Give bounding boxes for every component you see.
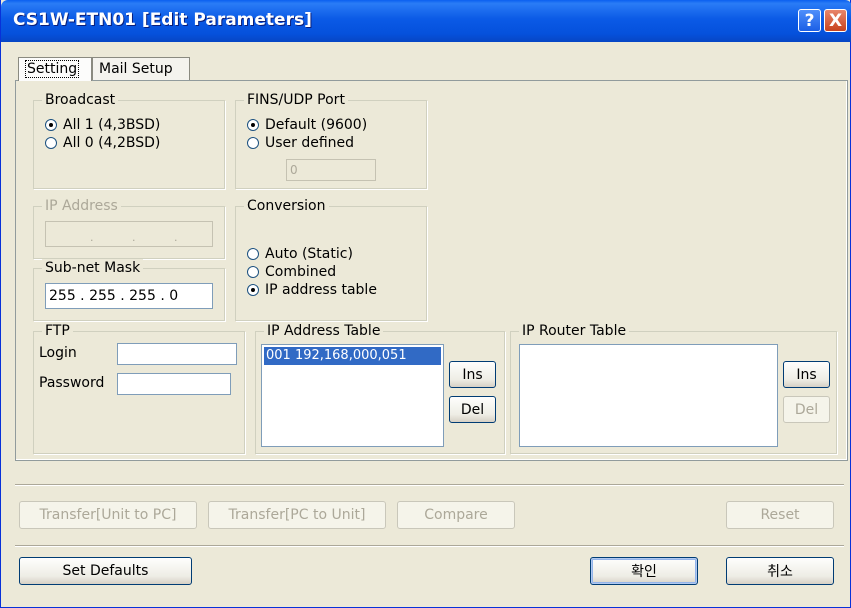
ip-address-table-list[interactable]: 001 192,168,000,051 bbox=[261, 344, 444, 447]
fins-default-radio[interactable]: Default (9600) bbox=[247, 116, 367, 134]
ip-address-legend: IP Address bbox=[42, 197, 121, 215]
radio-selected-icon bbox=[247, 119, 259, 131]
edit-parameters-dialog: CS1W-ETN01 [Edit Parameters] ? X Setting… bbox=[0, 0, 851, 608]
cancel-button[interactable]: 취소 bbox=[726, 557, 834, 585]
broadcast-legend: Broadcast bbox=[42, 91, 119, 109]
fins-user-defined-label: User defined bbox=[265, 135, 355, 151]
radio-unselected-icon bbox=[45, 137, 57, 149]
tab-setting-label: Setting bbox=[25, 60, 80, 78]
ok-button[interactable]: 확인 bbox=[590, 557, 698, 585]
subnet-mask-input[interactable]: 255 . 255 . 255 . 0 bbox=[45, 283, 213, 309]
radio-unselected-icon bbox=[247, 248, 259, 260]
fins-user-defined-radio[interactable]: User defined bbox=[247, 134, 354, 152]
ftp-password-label: Password bbox=[39, 375, 105, 391]
radio-unselected-icon bbox=[247, 137, 259, 149]
conversion-group: Conversion Auto (Static) Combined IP add… bbox=[235, 197, 427, 321]
broadcast-group: Broadcast All 1 (4,3BSD) All 0 (4,2BSD) bbox=[33, 91, 225, 189]
fins-udp-group: FINS/UDP Port Default (9600) User define… bbox=[235, 91, 427, 189]
radio-unselected-icon bbox=[247, 266, 259, 278]
ip-address-table-legend: IP Address Table bbox=[264, 322, 384, 340]
subnet-mask-group: Sub-net Mask 255 . 255 . 255 . 0 bbox=[33, 259, 225, 321]
conversion-combined-label: Combined bbox=[265, 264, 337, 280]
separator-bottom bbox=[15, 545, 844, 547]
title-bar[interactable]: CS1W-ETN01 [Edit Parameters] ? X bbox=[1, 0, 851, 42]
ip-table-del-button[interactable]: Del bbox=[449, 396, 496, 423]
radio-selected-icon bbox=[247, 284, 259, 296]
fins-port-input[interactable]: 0 bbox=[286, 159, 376, 181]
conversion-ip-table-radio[interactable]: IP address table bbox=[247, 281, 377, 299]
reset-button[interactable]: Reset bbox=[726, 501, 834, 529]
tab-mail-setup-label: Mail Setup bbox=[99, 61, 173, 77]
conversion-combined-radio[interactable]: Combined bbox=[247, 263, 336, 281]
set-defaults-button[interactable]: Set Defaults bbox=[19, 557, 192, 585]
compare-button[interactable]: Compare bbox=[397, 501, 515, 529]
tab-mail-setup[interactable]: Mail Setup bbox=[92, 57, 190, 81]
ip-address-table-group: IP Address Table 001 192,168,000,051 Ins… bbox=[255, 322, 505, 454]
fins-default-label: Default (9600) bbox=[265, 117, 368, 133]
transfer-pc-to-unit-button[interactable]: Transfer[PC to Unit] bbox=[208, 501, 386, 529]
conversion-ip-table-label: IP address table bbox=[265, 282, 377, 298]
ip-table-ins-button[interactable]: Ins bbox=[449, 361, 496, 388]
router-table-del-button[interactable]: Del bbox=[783, 396, 830, 423]
conversion-legend: Conversion bbox=[244, 197, 329, 215]
fins-udp-legend: FINS/UDP Port bbox=[244, 91, 348, 109]
ip-address-group: IP Address . . . bbox=[33, 197, 225, 259]
ip-address-input[interactable]: . . . bbox=[45, 221, 213, 247]
ftp-legend: FTP bbox=[42, 322, 73, 340]
transfer-unit-to-pc-button[interactable]: Transfer[Unit to PC] bbox=[19, 501, 197, 529]
subnet-mask-legend: Sub-net Mask bbox=[42, 259, 144, 277]
window-title: CS1W-ETN01 [Edit Parameters] bbox=[13, 10, 312, 30]
close-icon[interactable]: X bbox=[824, 9, 847, 32]
ip-router-table-legend: IP Router Table bbox=[519, 322, 630, 340]
ip-router-table-group: IP Router Table Ins Del bbox=[510, 322, 837, 454]
router-table-ins-button[interactable]: Ins bbox=[783, 361, 830, 388]
broadcast-all1-radio[interactable]: All 1 (4,3BSD) bbox=[45, 116, 160, 134]
help-icon[interactable]: ? bbox=[798, 9, 821, 32]
broadcast-all0-label: All 0 (4,2BSD) bbox=[63, 135, 161, 151]
tab-setting[interactable]: Setting bbox=[18, 57, 92, 81]
ftp-login-label: Login bbox=[39, 345, 77, 361]
ftp-login-input[interactable] bbox=[117, 343, 237, 365]
ip-router-table-list[interactable] bbox=[519, 344, 778, 447]
ftp-group: FTP Login Password bbox=[33, 322, 245, 454]
broadcast-all0-radio[interactable]: All 0 (4,2BSD) bbox=[45, 134, 160, 152]
conversion-auto-radio[interactable]: Auto (Static) bbox=[247, 245, 353, 263]
conversion-auto-label: Auto (Static) bbox=[265, 246, 353, 262]
broadcast-all1-label: All 1 (4,3BSD) bbox=[63, 117, 161, 133]
ftp-password-input[interactable] bbox=[117, 373, 231, 395]
separator-top bbox=[15, 484, 844, 486]
radio-selected-icon bbox=[45, 119, 57, 131]
settings-panel: Broadcast All 1 (4,3BSD) All 0 (4,2BSD) … bbox=[15, 80, 848, 461]
list-item[interactable]: 001 192,168,000,051 bbox=[264, 347, 441, 365]
